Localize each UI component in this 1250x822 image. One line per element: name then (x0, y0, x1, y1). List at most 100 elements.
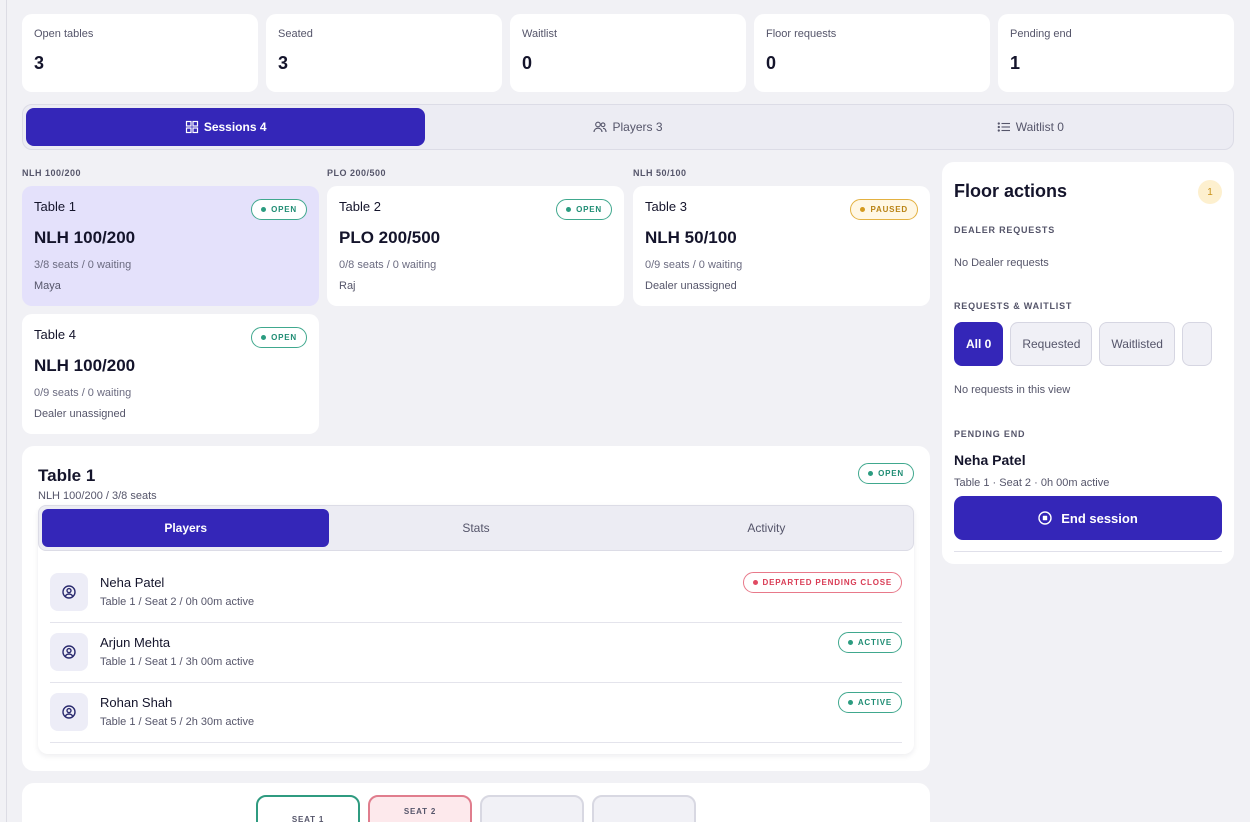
status-badge: OPEN (251, 199, 307, 220)
stat-label: Waitlist (522, 28, 558, 40)
group-label: PLO 200/500 (327, 168, 387, 178)
user-circle-icon (62, 645, 76, 659)
pending-end-heading: PENDING END (954, 429, 1026, 439)
stat-value: 0 (766, 53, 777, 73)
status-text: OPEN (576, 205, 602, 214)
chip-requested[interactable]: Requested (1010, 322, 1093, 366)
count-badge: 1 (1198, 180, 1222, 204)
stat-pending-end: Pending end 1 (998, 14, 1234, 92)
table-seats: 3/8 seats / 0 waiting (34, 259, 132, 271)
tab-detail-activity[interactable]: Activity (623, 509, 910, 547)
detail-subtitle: NLH 100/200 / 3/8 seats (38, 490, 157, 502)
stat-value: 3 (278, 53, 289, 73)
stat-seated: Seated 3 (266, 14, 502, 92)
status-text: ACTIVE (857, 638, 892, 647)
detail-content: Players Stats Activity Neha Patel Table … (38, 505, 914, 754)
stat-label: Seated (278, 28, 313, 40)
detail-tabs: Players Stats Activity (38, 505, 914, 551)
status-text: DEPARTED PENDING CLOSE (762, 578, 892, 587)
table-seats: 0/9 seats / 0 waiting (645, 259, 743, 271)
status-text: ACTIVE (857, 698, 892, 707)
table-card-1[interactable]: Table 1 NLH 100/200 3/8 seats / 0 waitin… (22, 186, 319, 306)
player-meta: Table 1 / Seat 2 / 0h 00m active (100, 596, 255, 608)
table-seats: 0/8 seats / 0 waiting (339, 259, 437, 271)
table-game: NLH 100/200 (34, 228, 136, 247)
table-detail-panel: Table 1 NLH 100/200 / 3/8 seats OPEN Pla… (22, 446, 930, 771)
table-game: PLO 200/500 (339, 228, 441, 247)
group-label: NLH 100/200 (22, 168, 82, 178)
player-name: Rohan Shah (100, 695, 173, 710)
table-card-4[interactable]: Table 4 NLH 100/200 0/9 seats / 0 waitin… (22, 314, 319, 434)
stat-value: 3 (34, 53, 45, 73)
status-text: PAUSED (870, 205, 908, 214)
tab-waitlist-label: Waitlist 0 (1015, 120, 1064, 134)
avatar (50, 693, 88, 731)
chip-more[interactable] (1181, 322, 1212, 366)
tab-sessions[interactable]: Sessions 4 (26, 108, 426, 146)
status-badge: OPEN (858, 463, 914, 484)
player-row[interactable]: Arjun Mehta Table 1 / Seat 1 / 3h 00m ac… (50, 623, 902, 683)
seat-1[interactable]: SEAT 1 (256, 795, 360, 822)
tab-players-label: Players 3 (612, 120, 663, 134)
tab-detail-players[interactable]: Players (42, 509, 330, 547)
sidebar-edge (6, 0, 7, 822)
group-label: NLH 50/100 (633, 168, 687, 178)
table-card-2[interactable]: Table 2 PLO 200/500 0/8 seats / 0 waitin… (327, 186, 624, 306)
floor-actions-title: Floor actions (954, 181, 1068, 201)
stat-value: 1 (1010, 53, 1021, 73)
stop-circle-icon (1038, 511, 1052, 525)
table-dealer: Maya (34, 280, 61, 292)
stat-label: Open tables (34, 28, 94, 40)
stats-bar: Open tables 3 Seated 3 Waitlist 0 Floor … (22, 14, 1234, 92)
status-badge: OPEN (556, 199, 612, 220)
user-circle-icon (62, 585, 76, 599)
status-text: OPEN (878, 469, 904, 478)
stat-open-tables: Open tables 3 (22, 14, 258, 92)
status-badge: PAUSED (850, 199, 918, 220)
pending-player-meta: Table 1 · Seat 2 · 0h 00m active (954, 477, 1110, 489)
status-text: OPEN (271, 205, 297, 214)
requests-empty: No requests in this view (954, 384, 1071, 396)
floor-actions-panel: Floor actions 1 DEALER REQUESTS No Deale… (942, 162, 1234, 564)
users-icon (593, 121, 608, 133)
stat-value: 0 (522, 53, 533, 73)
tab-players[interactable]: Players 3 (428, 108, 827, 146)
list-icon (997, 122, 1010, 132)
avatar (50, 633, 88, 671)
end-session-button[interactable]: End session (954, 496, 1222, 540)
seat-empty[interactable] (592, 795, 696, 822)
player-meta: Table 1 / Seat 1 / 3h 00m active (100, 656, 255, 668)
tab-sessions-label: Sessions 4 (203, 120, 267, 134)
table-dealer: Raj (339, 280, 356, 292)
dealer-requests-heading: DEALER REQUESTS (954, 225, 1056, 235)
tab-waitlist[interactable]: Waitlist 0 (831, 108, 1230, 146)
player-row[interactable]: Rohan Shah Table 1 / Seat 5 / 2h 30m act… (50, 683, 902, 743)
table-game: NLH 50/100 (645, 228, 737, 247)
tab-detail-stats[interactable]: Stats (332, 509, 619, 547)
table-game: NLH 100/200 (34, 356, 136, 375)
end-session-label: End session (1061, 510, 1138, 526)
chip-waitlisted[interactable]: Waitlisted (1099, 322, 1175, 366)
table-card-3[interactable]: Table 3 NLH 50/100 0/9 seats / 0 waiting… (633, 186, 930, 306)
player-row[interactable]: Neha Patel Table 1 / Seat 2 / 0h 00m act… (50, 563, 902, 623)
stat-label: Floor requests (766, 28, 837, 40)
stat-label: Pending end (1010, 28, 1072, 40)
seat-2[interactable]: SEAT 2 (368, 795, 472, 822)
status-text: OPEN (271, 333, 297, 342)
avatar (50, 573, 88, 611)
grid-icon (185, 120, 198, 134)
main-tabs: Sessions 4 Players 3 Waitlist 0 (22, 104, 1234, 150)
table-seats: 0/9 seats / 0 waiting (34, 387, 132, 399)
player-name: Arjun Mehta (100, 635, 171, 650)
chip-all[interactable]: All 0 (954, 322, 1004, 366)
table-dealer: Dealer unassigned (34, 408, 126, 420)
seat-map: SEAT 1 SEAT 2 (22, 783, 930, 822)
filter-chips: All 0 Requested Waitlisted (954, 322, 1222, 366)
stat-waitlist: Waitlist 0 (510, 14, 746, 92)
divider (954, 551, 1222, 552)
pending-player-name: Neha Patel (954, 452, 1026, 468)
seat-empty[interactable] (480, 795, 584, 822)
player-name: Neha Patel (100, 575, 165, 590)
status-badge: OPEN (251, 327, 307, 348)
player-meta: Table 1 / Seat 5 / 2h 30m active (100, 716, 255, 728)
